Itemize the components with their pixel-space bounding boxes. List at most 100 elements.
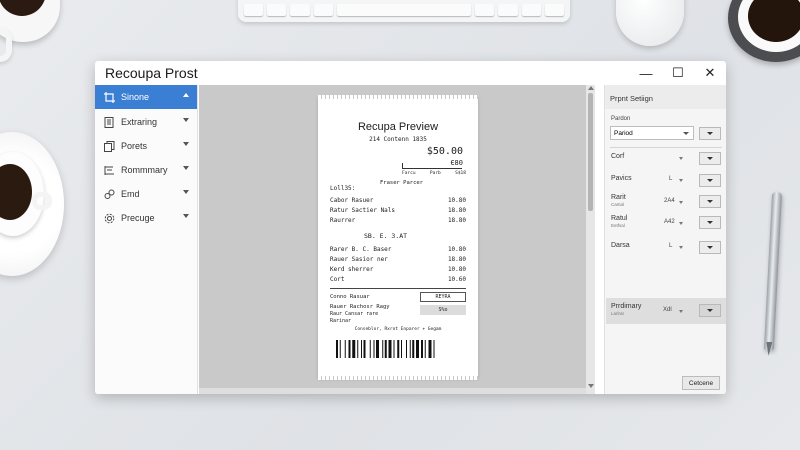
setting-pavics-button[interactable] bbox=[699, 174, 721, 187]
setting-sublabel: Cartial bbox=[611, 202, 625, 207]
gear-icon bbox=[103, 212, 115, 224]
sidebar-item-extraring[interactable]: Extraring bbox=[95, 110, 197, 134]
pen bbox=[763, 191, 783, 351]
setting-value: L bbox=[669, 176, 673, 182]
receipt-line-item: Kerd sherrer 10.80 bbox=[330, 266, 466, 273]
setting-ratul-button[interactable] bbox=[699, 216, 721, 229]
chevron-down-icon bbox=[679, 246, 683, 249]
setting-sublabel: Larlrat bbox=[611, 311, 624, 316]
scroll-up-icon[interactable] bbox=[588, 86, 594, 90]
receipt-preview-area[interactable]: Recupa Preview 214 Contenn 1835 $50.00 Є… bbox=[199, 85, 595, 394]
settings-title: Prpnt Setiign bbox=[610, 94, 653, 103]
item-value: 10.80 bbox=[447, 197, 466, 204]
sidebar-item-emd[interactable]: Emd bbox=[95, 182, 197, 206]
chevron-down-icon bbox=[183, 214, 189, 218]
setting-value: 2A4 bbox=[664, 198, 675, 204]
barcode-bar bbox=[416, 340, 419, 358]
barcode bbox=[336, 340, 435, 358]
crop-icon bbox=[103, 91, 115, 103]
receipt-divider bbox=[330, 288, 466, 289]
barcode-bar bbox=[393, 340, 395, 358]
barcode-bar bbox=[361, 340, 362, 358]
keyboard-key bbox=[244, 4, 264, 16]
chevron-down-icon bbox=[679, 222, 683, 225]
setting-label: Darsa bbox=[611, 242, 630, 249]
item-name: Raurrer bbox=[330, 217, 356, 224]
sidebar-item-rommmary[interactable]: Rommmary bbox=[95, 158, 197, 182]
close-button[interactable]: ✕ bbox=[694, 61, 726, 85]
keyboard-spacebar bbox=[336, 4, 472, 16]
barcode-bar bbox=[388, 340, 392, 358]
keyboard-key bbox=[498, 4, 518, 16]
setting-darsa-label: Darsa bbox=[611, 242, 630, 249]
settings-divider bbox=[610, 147, 722, 148]
barcode-bar bbox=[406, 340, 407, 358]
item-value: 10.60 bbox=[447, 276, 466, 283]
chevron-down-icon bbox=[183, 166, 189, 170]
cup-handle bbox=[0, 28, 12, 62]
setting-label: Rarit bbox=[611, 194, 626, 201]
sidebar-item-sinone[interactable]: Sinone bbox=[95, 85, 197, 109]
barcode-bar bbox=[348, 340, 351, 358]
setting-corf-button[interactable] bbox=[699, 152, 721, 165]
preview-horizontal-scrollbar[interactable] bbox=[199, 388, 586, 394]
barcode-bar bbox=[369, 340, 371, 358]
receipt-line-item: Cabor Rasuer 10.80 bbox=[330, 197, 466, 204]
print-settings-panel: Prpnt Setiign Pardon Pariod Corf Pavics … bbox=[604, 85, 726, 394]
receipt-line-item: Cort 10.60 bbox=[330, 276, 466, 283]
barcode-bar bbox=[382, 340, 384, 358]
scrollbar-thumb[interactable] bbox=[588, 93, 593, 211]
cup-handle bbox=[32, 192, 52, 210]
receipt-center-text: SB. E. 3.AT bbox=[364, 232, 408, 240]
preview-vertical-scrollbar[interactable] bbox=[586, 85, 595, 394]
receipt-small-cell: Parb bbox=[429, 171, 441, 176]
chevron-down-icon bbox=[183, 118, 189, 122]
coffee bbox=[0, 164, 32, 220]
chevron-down-icon bbox=[183, 190, 189, 194]
setting-darsa-button[interactable] bbox=[699, 241, 721, 254]
barcode-bar bbox=[357, 340, 359, 358]
preset-select-value: Pariod bbox=[614, 129, 633, 137]
coffee bbox=[748, 0, 800, 42]
minimize-button[interactable]: — bbox=[630, 61, 662, 85]
keyboard-key bbox=[544, 4, 565, 16]
app-window: Recoupa Prost — ☐ ✕ Sinone Extraring Por… bbox=[95, 61, 726, 394]
setting-prrdimary-button[interactable] bbox=[699, 304, 721, 317]
item-value: 18.80 bbox=[447, 217, 466, 224]
receipt-rule bbox=[402, 168, 462, 169]
preset-select[interactable]: Pariod bbox=[610, 126, 694, 140]
setting-prrdimary-label: Prrdimary Larlrat bbox=[611, 303, 641, 316]
setting-ratul-label: Ratul Eetfsal bbox=[611, 215, 627, 228]
sidebar-item-precuge[interactable]: Precuge bbox=[95, 206, 197, 230]
keyboard-key bbox=[267, 4, 287, 16]
receipt-box-shaded: S%o bbox=[420, 305, 466, 315]
receipt-line-item: Rarer B. C. Baser 10.80 bbox=[330, 246, 466, 253]
setting-label: Pavics bbox=[611, 175, 632, 182]
scroll-down-icon[interactable] bbox=[588, 384, 594, 388]
item-value: 10.80 bbox=[447, 266, 466, 273]
item-value: 10.80 bbox=[447, 246, 466, 253]
item-name: Kerd sherrer bbox=[330, 266, 374, 273]
setting-rarit-button[interactable] bbox=[699, 195, 721, 208]
maximize-button[interactable]: ☐ bbox=[662, 61, 694, 85]
cancel-button[interactable]: Cetcene bbox=[682, 376, 720, 390]
barcode-bar bbox=[339, 340, 341, 358]
sidebar-item-label: Rommmary bbox=[121, 165, 168, 175]
cup-inner bbox=[738, 0, 800, 52]
receipt-line-item: Raurrer 18.80 bbox=[330, 217, 466, 224]
barcode-bar bbox=[401, 340, 402, 358]
barcode-bar bbox=[428, 340, 432, 358]
preset-dropdown-button[interactable] bbox=[699, 127, 721, 140]
keyboard-key bbox=[290, 4, 310, 16]
receipt-title: Recupa Preview bbox=[357, 121, 439, 133]
sidebar-item-porets[interactable]: Porets bbox=[95, 134, 197, 158]
receipt-small-line: Rarinar bbox=[330, 318, 352, 324]
chevron-down-icon bbox=[679, 310, 683, 313]
setting-label: Corf bbox=[611, 153, 625, 160]
barcode-bar bbox=[409, 340, 411, 358]
receipt-footer: Conseblor, Rxrot Enparer + Gegam bbox=[354, 327, 442, 332]
barcode-bar bbox=[384, 340, 387, 358]
coffee bbox=[0, 0, 46, 16]
receipt-section-header: Fraser Parcer bbox=[380, 180, 424, 186]
receipt-total: $50.00 bbox=[426, 146, 463, 157]
